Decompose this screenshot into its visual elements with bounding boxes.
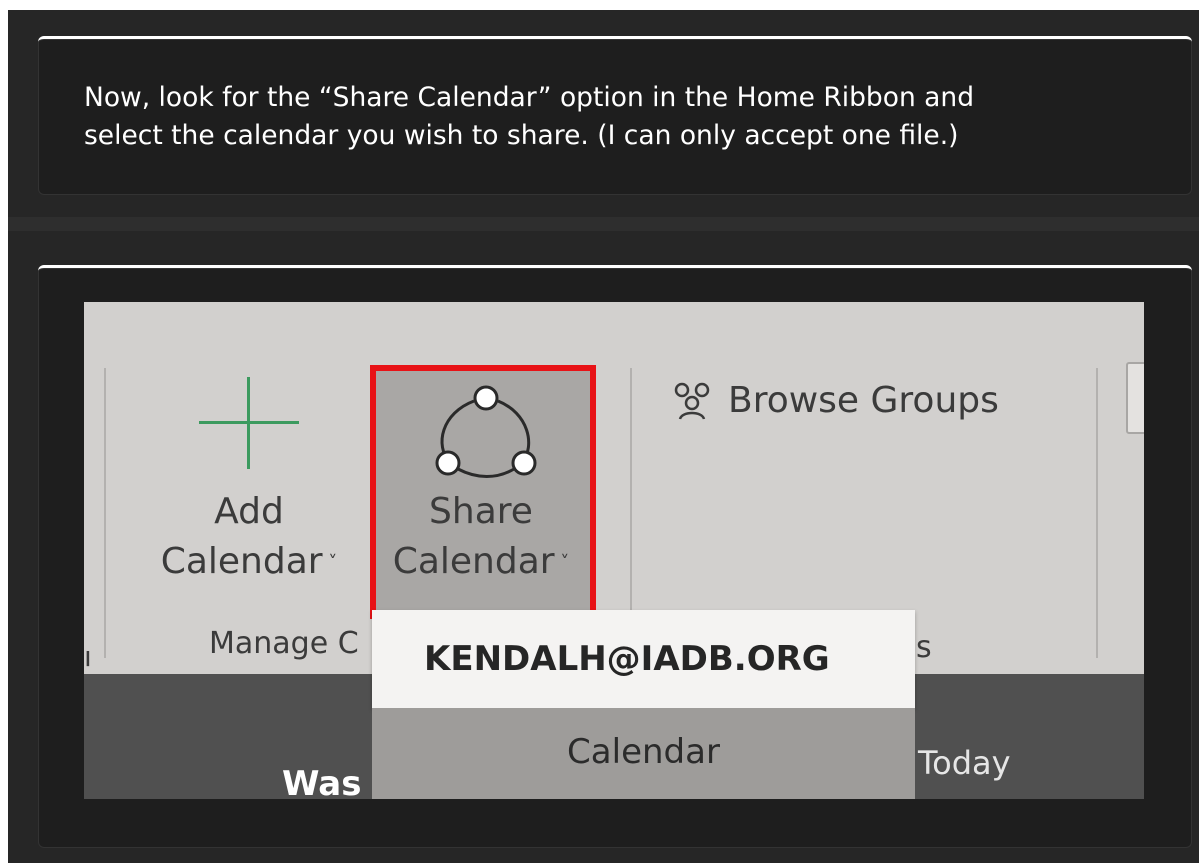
browse-groups-label: Browse Groups (728, 380, 999, 421)
date-fragment: .... (919, 788, 967, 799)
share-calendar-line-1: Share (429, 491, 533, 532)
share-calendar-button[interactable]: Share Calendar ˅ (370, 365, 596, 619)
share-calendar-line-2: Calendar (392, 541, 555, 582)
share-calendar-label: Share Calendar ˅ (368, 487, 594, 588)
share-calendar-icon (435, 385, 537, 478)
manage-calendars-group-label: Manage C (209, 626, 359, 661)
add-calendar-line-2: Calendar (160, 541, 323, 582)
add-calendar-label: Add Calendar ˅ (134, 487, 364, 588)
instruction-line-1: Now, look for the “Share Calendar” optio… (84, 82, 975, 113)
search-box-fragment[interactable] (1126, 362, 1144, 434)
share-dropdown-calendar-item[interactable]: Calendar (372, 708, 915, 799)
location-fragment: Was (282, 764, 362, 799)
add-icon (247, 377, 250, 469)
chevron-down-icon: ˅ (554, 552, 570, 573)
account-email: KENDALH@IADB.ORG (424, 639, 830, 679)
groups-icon (674, 382, 710, 420)
share-dropdown-account-header: KENDALH@IADB.ORG (372, 610, 915, 708)
add-calendar-line-1: Add (214, 491, 284, 532)
browse-groups-button[interactable]: Browse Groups (670, 380, 999, 421)
groups-label-fragment: s (916, 630, 932, 665)
instruction-line-2: select the calendar you wish to share. (… (84, 120, 959, 151)
instruction-text: Now, look for the “Share Calendar” optio… (84, 79, 1174, 155)
chevron-down-icon: ˅ (322, 552, 338, 573)
section-divider (8, 217, 1199, 231)
calendar-item-label: Calendar (567, 732, 720, 772)
ribbon-separator (104, 368, 106, 658)
outlook-ribbon-screenshot: ı Add Calendar ˅ Share Calendar ˅ Browse… (84, 302, 1144, 799)
today-button[interactable]: Today (918, 744, 1011, 782)
left-fragment: ı (84, 640, 92, 673)
ribbon-separator (1096, 368, 1098, 658)
